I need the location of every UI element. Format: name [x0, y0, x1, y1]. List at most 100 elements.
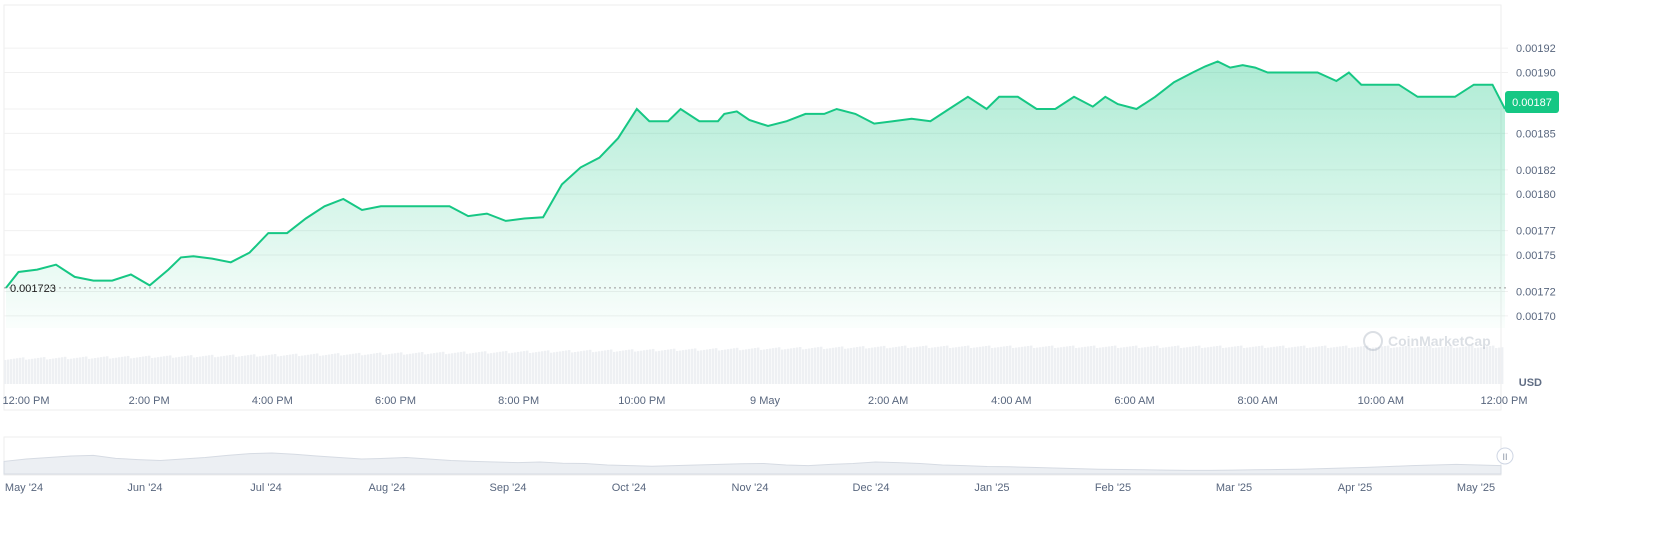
volume-bar — [1480, 347, 1483, 384]
volume-bar — [1180, 348, 1183, 384]
y-tick-label: 0.00170 — [1516, 311, 1556, 323]
volume-bar — [601, 350, 604, 384]
volume-bar — [19, 357, 22, 384]
volume-bar — [1219, 345, 1222, 384]
overview-ticks: May '24 Jun '24 Jul '24 Aug '24 Sep '24 Oct '… — [5, 482, 1495, 494]
volume-bar — [370, 353, 373, 384]
volume-bar — [172, 357, 175, 384]
volume-bar — [1243, 348, 1246, 384]
volume-bar — [4, 360, 7, 384]
volume-bar — [586, 350, 589, 384]
volume-bar — [37, 357, 40, 384]
volume-bar — [1144, 347, 1147, 384]
volume-bar — [772, 348, 775, 384]
volume-bar — [1042, 346, 1045, 384]
overview-tick-label: May '25 — [1457, 482, 1495, 494]
volume-bar — [229, 355, 232, 384]
volume-bar — [1318, 346, 1321, 384]
volume-bar — [1150, 346, 1153, 384]
volume-bar — [937, 346, 940, 384]
volume-bar — [406, 354, 409, 384]
volume-bar — [1240, 345, 1243, 384]
volume-bar — [661, 350, 664, 384]
volume-bar — [181, 356, 184, 384]
volume-bar — [1348, 348, 1351, 384]
volume-bar — [244, 355, 247, 384]
volume-bar — [694, 348, 697, 384]
volume-bar — [835, 347, 838, 384]
volume-bar — [1396, 347, 1399, 384]
volume-bar — [301, 355, 304, 384]
volume-bar — [376, 353, 379, 384]
volume-bar — [1159, 348, 1162, 384]
volume-bar — [568, 350, 571, 384]
volume-bar — [154, 357, 157, 384]
volume-bar — [1291, 347, 1294, 384]
x-tick-label: 12:00 PM — [2, 395, 49, 407]
volume-bar — [814, 347, 817, 384]
volume-bar — [982, 346, 985, 384]
volume-bar — [52, 358, 55, 384]
volume-bar — [1423, 346, 1426, 384]
volume-bar — [247, 355, 250, 384]
volume-bar — [727, 349, 730, 384]
volume-bar — [496, 352, 499, 384]
x-tick-label: 10:00 PM — [618, 395, 665, 407]
volume-bar — [49, 359, 52, 384]
volume-bar — [1408, 345, 1411, 384]
volume-bar — [1063, 346, 1066, 384]
volume-bar — [898, 346, 901, 384]
volume-bar — [1333, 347, 1336, 384]
volume-bar — [346, 354, 349, 384]
volume-bar — [817, 347, 820, 384]
volume-bar — [550, 352, 553, 384]
volume-bar — [637, 351, 640, 384]
volume-bar — [1402, 346, 1405, 384]
volume-bar — [454, 352, 457, 384]
volume-bar — [1492, 345, 1495, 384]
volume-bar — [826, 348, 829, 384]
volume-bar — [997, 347, 1000, 384]
volume-bar — [958, 346, 961, 384]
volume-bar — [877, 346, 880, 384]
volume-bar — [442, 351, 445, 384]
volume-bar — [517, 351, 520, 384]
volume-bar — [712, 348, 715, 384]
volume-bar — [544, 350, 547, 384]
volume-bar — [10, 359, 13, 384]
volume-bar — [259, 356, 262, 384]
range-handle[interactable]: II — [1496, 447, 1514, 465]
y-tick-label: 0.00192 — [1516, 43, 1556, 55]
volume-bar — [865, 348, 868, 384]
volume-bar — [934, 347, 937, 384]
overview-tick-label: Nov '24 — [732, 482, 769, 494]
volume-bar — [511, 352, 514, 384]
volume-bar — [1000, 346, 1003, 384]
volume-bar — [385, 354, 388, 384]
volume-bar — [400, 352, 403, 384]
volume-bar — [475, 352, 478, 384]
volume-bar — [97, 357, 100, 384]
overview-tick-label: Apr '25 — [1338, 482, 1373, 494]
volume-bar — [1051, 345, 1054, 384]
volume-bar — [1012, 348, 1015, 384]
overview-tick-label: Sep '24 — [490, 482, 527, 494]
overview-tick-label: Jun '24 — [127, 482, 162, 494]
volume-bar — [1006, 346, 1009, 384]
price-chart[interactable]: 0.001723 0.00192 0.00190 0.00187 0.00185 0.0… — [0, 0, 1661, 532]
volume-bar — [667, 349, 670, 384]
volume-bar — [22, 357, 25, 384]
volume-bar — [286, 355, 289, 384]
volume-bar — [1117, 348, 1120, 384]
volume-bar — [463, 351, 466, 384]
volume-bar — [202, 356, 205, 384]
volume-bar — [562, 350, 565, 384]
volume-bar — [1060, 347, 1063, 384]
volume-bar — [676, 351, 679, 384]
volume-bar — [577, 351, 580, 384]
volume-bar — [223, 355, 226, 384]
volume-bar — [799, 347, 802, 384]
volume-bar — [685, 349, 688, 384]
volume-bar — [1081, 347, 1084, 384]
overview-tick-label: Jul '24 — [250, 482, 281, 494]
